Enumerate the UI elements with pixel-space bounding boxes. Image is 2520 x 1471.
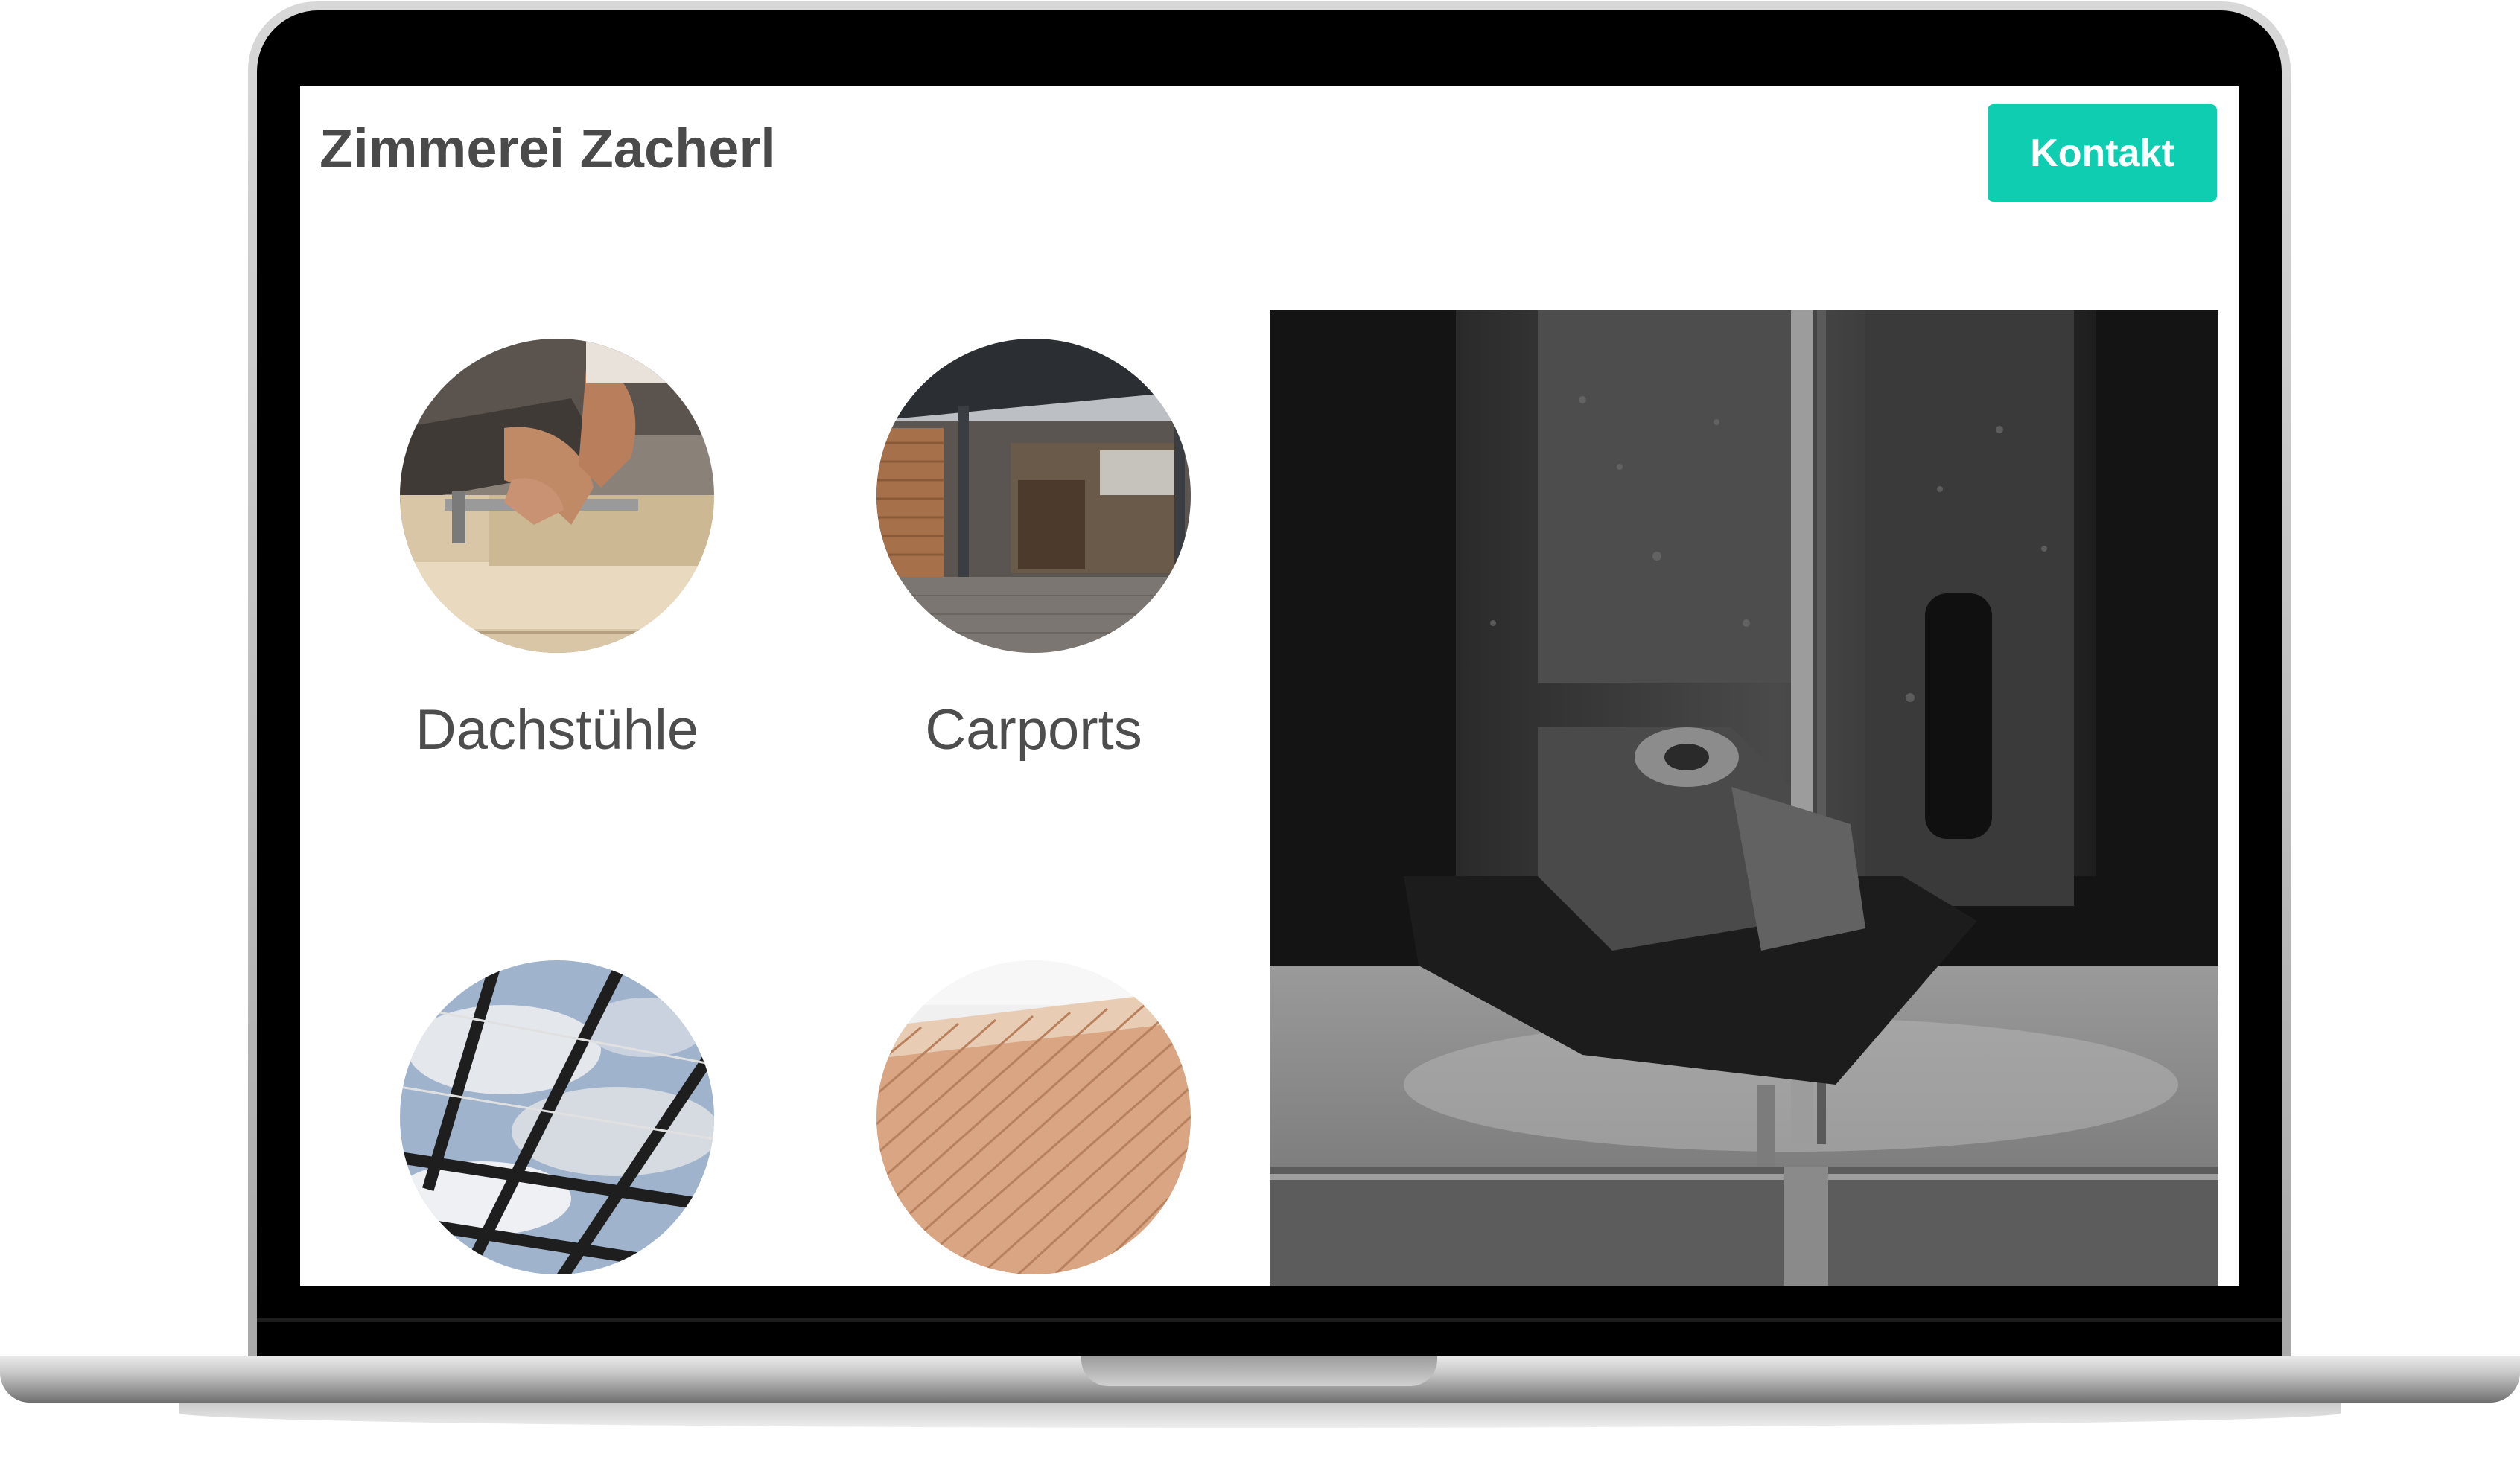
laptop-base-shadow — [179, 1398, 2341, 1428]
carport-photo[interactable] — [876, 339, 1191, 653]
wood-facade-image — [876, 960, 1191, 1274]
carport-image — [876, 339, 1191, 653]
service-label[interactable]: Carports — [876, 698, 1191, 762]
hero-image — [1270, 310, 2218, 1286]
service-label[interactable]: Dachstühle — [400, 698, 714, 762]
service-tile-glass-roof[interactable] — [400, 960, 714, 1274]
service-tile-wood-facade[interactable] — [876, 960, 1191, 1274]
roof-truss-photo[interactable] — [400, 339, 714, 653]
service-tile-dachstuehle[interactable]: Dachstühle — [400, 339, 714, 762]
device-mockup: Zimmerei Zacherl Kontakt Dachstühle Carp… — [0, 0, 2520, 1471]
roof-truss-image — [400, 339, 714, 653]
website-screen: Zimmerei Zacherl Kontakt Dachstühle Carp… — [300, 86, 2239, 1286]
site-brand[interactable]: Zimmerei Zacherl — [319, 117, 776, 180]
laptop-notch — [1081, 1356, 1437, 1386]
wood-facade-photo[interactable] — [876, 960, 1191, 1274]
bezel-bottom-edge — [257, 1318, 2282, 1322]
service-tile-carports[interactable]: Carports — [876, 339, 1191, 762]
glass-roof-photo[interactable] — [400, 960, 714, 1274]
contact-button[interactable]: Kontakt — [1988, 104, 2217, 202]
bandsaw-photo — [1270, 310, 2218, 1286]
glass-roof-image — [400, 960, 714, 1274]
